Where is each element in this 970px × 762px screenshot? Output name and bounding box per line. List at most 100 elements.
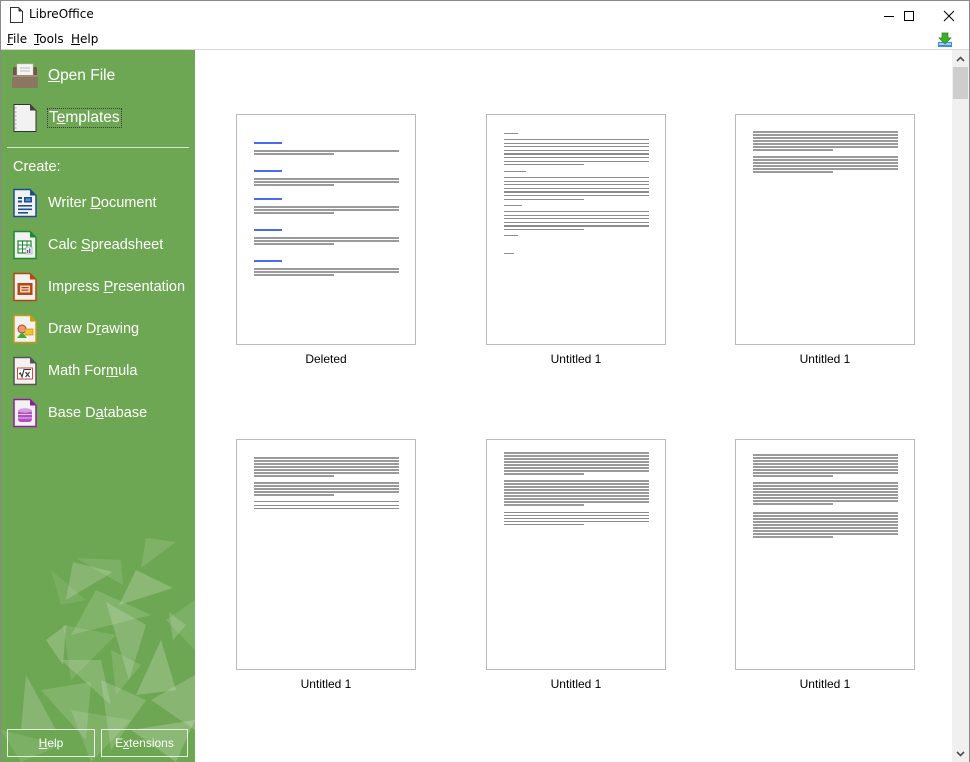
vertical-scrollbar[interactable] <box>952 50 969 762</box>
preview-text-line <box>753 143 898 145</box>
title-bar: LibreOffice <box>1 1 969 30</box>
preview-text-line <box>753 497 898 499</box>
writer-document-label: Writer Document <box>48 195 157 211</box>
preview-text-line <box>504 461 649 463</box>
preview-text-line <box>504 171 526 173</box>
impress-pre: Impress <box>48 279 104 295</box>
preview-text-line <box>504 501 649 503</box>
templates-pre: T <box>49 109 57 126</box>
menu-tools-label: ools <box>39 32 64 46</box>
chevron-up-icon <box>956 55 965 62</box>
update-download-icon[interactable] <box>937 32 953 48</box>
document-preview <box>735 439 915 670</box>
calc-mnemonic: S <box>81 237 91 253</box>
preview-text-line <box>504 489 649 491</box>
preview-text-line <box>753 521 898 523</box>
preview-text-line <box>504 455 649 457</box>
calc-icon <box>13 230 37 260</box>
preview-text-line <box>753 146 898 148</box>
menu-tools[interactable]: Tools <box>34 32 64 46</box>
math-rest: ula <box>118 363 138 379</box>
template-icon <box>13 104 37 132</box>
create-base-database[interactable]: Base Database <box>11 395 147 431</box>
document-preview <box>236 114 416 345</box>
preview-text-line <box>504 504 584 506</box>
close-button[interactable] <box>929 1 969 30</box>
preview-text-line <box>753 454 898 456</box>
calc-rest: preadsheet <box>90 237 164 253</box>
preview-text-line <box>753 488 898 490</box>
templates-text: mplates <box>65 109 120 126</box>
preview-text-line <box>753 518 898 520</box>
preview-text-line <box>753 168 898 170</box>
math-pre: Math For <box>48 363 107 379</box>
create-draw-drawing[interactable]: Draw Drawing <box>11 311 139 347</box>
preview-text-line <box>504 512 649 514</box>
preview-text-line <box>254 184 334 186</box>
preview-text-line <box>254 212 334 214</box>
preview-text-line <box>254 206 399 208</box>
preview-text-line <box>504 142 649 144</box>
menu-help[interactable]: Help <box>71 32 98 46</box>
extensions-button[interactable]: Ex tensions <box>101 729 188 757</box>
open-file-button[interactable]: Open File <box>11 58 115 94</box>
document-name: Untitled 1 <box>550 677 602 691</box>
folder-icon <box>12 63 38 88</box>
preview-text-line <box>254 488 399 490</box>
preview-text-line <box>254 178 399 180</box>
base-database-label: Base Database <box>48 405 147 421</box>
preview-text-line <box>753 131 898 133</box>
preview-text-line <box>753 171 833 173</box>
preview-text-line <box>254 271 399 273</box>
preview-text-line <box>504 470 649 472</box>
libreoffice-start-center-window: LibreOffice File Tools Help Open File Te… <box>0 0 970 762</box>
extensions-pre: E <box>115 736 124 750</box>
help-button[interactable]: Help <box>7 729 95 757</box>
scrollbar-thumb[interactable] <box>953 67 968 99</box>
document-name: Deleted <box>305 352 347 366</box>
preview-text-line <box>504 498 649 500</box>
extensions-text: tensions <box>129 736 174 750</box>
preview-text-line <box>254 243 334 245</box>
preview-text-line <box>504 184 649 186</box>
preview-text-line <box>504 157 649 159</box>
preview-text-line <box>504 495 649 497</box>
document-preview <box>236 439 416 670</box>
help-mnemonic: H <box>38 736 48 750</box>
preview-text-line <box>753 512 898 514</box>
document-name: Untitled 1 <box>300 677 352 691</box>
preview-text-line <box>254 150 399 152</box>
window-title: LibreOffice <box>29 7 94 21</box>
scroll-up-button[interactable] <box>952 50 969 67</box>
menu-file[interactable]: File <box>7 32 27 46</box>
preview-text-line <box>254 504 399 506</box>
create-writer-document[interactable]: Writer Document <box>11 185 157 221</box>
maximize-button[interactable] <box>889 1 929 30</box>
create-impress-presentation[interactable]: Impress Presentation <box>11 269 185 305</box>
base-pre: Base D <box>48 405 96 421</box>
preview-text-line <box>504 149 649 151</box>
calc-spreadsheet-label: Calc Spreadsheet <box>48 237 163 253</box>
preview-text-line <box>504 195 649 197</box>
create-calc-spreadsheet[interactable]: Calc Spreadsheet <box>11 227 163 263</box>
preview-text-line <box>753 469 898 471</box>
preview-text-line <box>753 457 898 459</box>
preview-text-line <box>254 463 399 465</box>
scroll-down-button[interactable] <box>952 745 969 762</box>
preview-text-line <box>254 469 399 471</box>
preview-text-line <box>504 458 649 460</box>
preview-text-line <box>753 491 898 493</box>
menu-bar: File Tools Help <box>1 30 969 49</box>
preview-text-line <box>504 177 649 179</box>
create-math-formula[interactable]: Math Formula <box>11 353 137 389</box>
preview-text-line <box>753 485 898 487</box>
preview-text-line <box>504 521 649 523</box>
templates-button[interactable]: Templates <box>11 100 122 136</box>
preview-text-line <box>753 524 898 526</box>
decorative-triangles-background <box>1 538 195 762</box>
preview-text-line <box>504 205 522 207</box>
preview-text-line <box>254 472 399 474</box>
preview-text-line <box>254 274 334 276</box>
preview-text-line <box>254 181 399 183</box>
preview-text-line <box>254 229 282 231</box>
